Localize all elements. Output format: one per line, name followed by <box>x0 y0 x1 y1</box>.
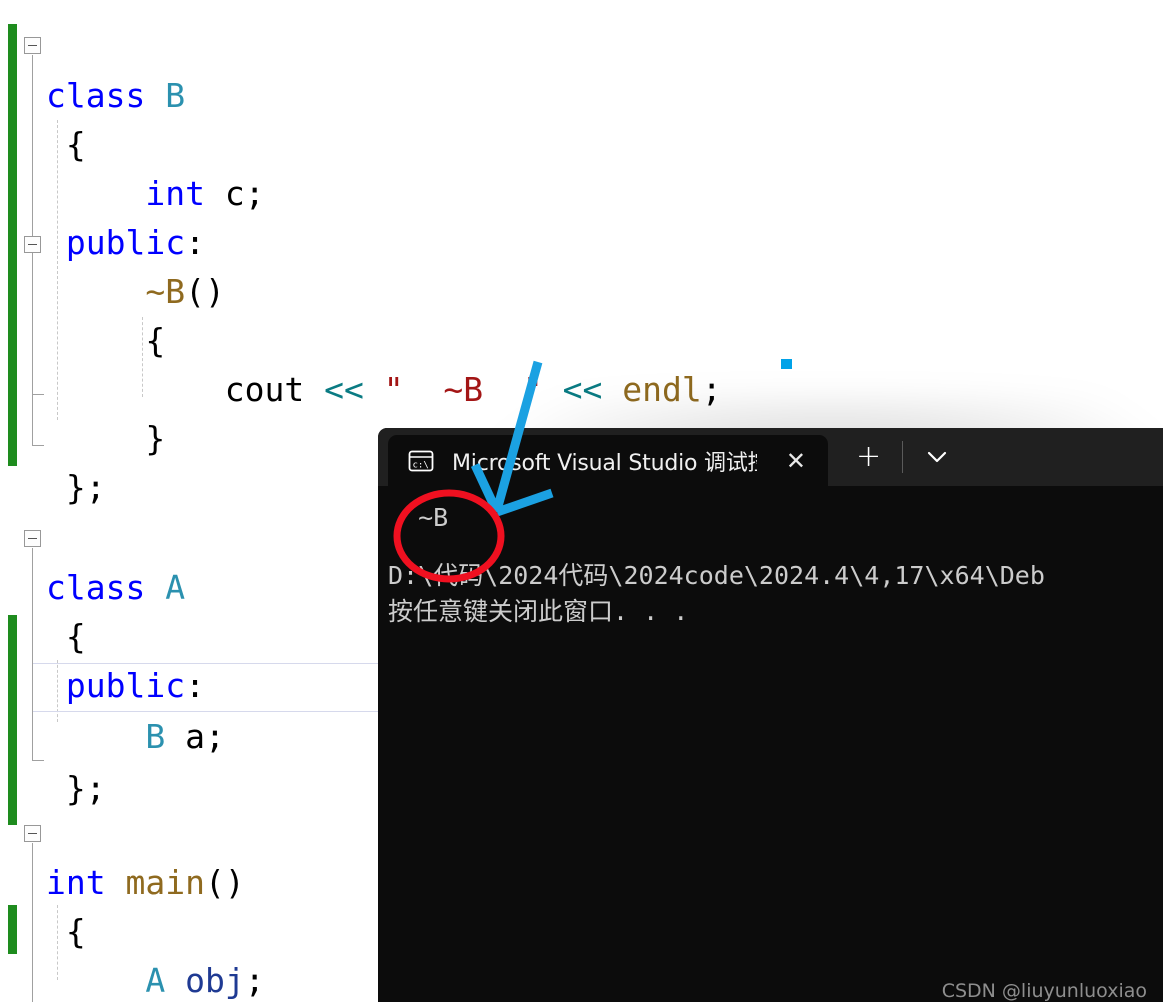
code-line[interactable]: { <box>0 267 165 360</box>
code-line[interactable]: public: <box>0 612 205 705</box>
console-tab-title: Microsoft Visual Studio 调试控 <box>452 450 757 476</box>
code-line[interactable]: { <box>0 71 119 164</box>
console-output-line: ~B <box>388 503 449 532</box>
code-line[interactable] <box>0 764 119 813</box>
console-window[interactable]: c:\ Microsoft Visual Studio 调试控 ✕ + ~B D… <box>378 428 1163 1002</box>
titlebar-divider <box>902 441 903 473</box>
code-line[interactable]: { <box>0 563 119 656</box>
code-line[interactable]: } <box>0 365 165 458</box>
code-line[interactable]: A obj; <box>0 907 264 1000</box>
code-line[interactable]: { <box>0 858 119 951</box>
close-icon[interactable]: ✕ <box>786 449 806 473</box>
code-line[interactable]: int main() <box>0 809 245 902</box>
code-line[interactable]: B a; <box>0 663 224 756</box>
code-line[interactable]: ~B() <box>0 218 225 311</box>
console-output-line: 按任意键关闭此窗口. . . <box>388 597 689 626</box>
code-line[interactable]: int c; <box>0 120 264 213</box>
code-line[interactable]: } <box>0 956 119 1002</box>
svg-text:c:\: c:\ <box>413 460 429 470</box>
console-output-line: D:\代码\2024代码\2024code\2024.4\4,17\x64\De… <box>388 561 1045 590</box>
code-line[interactable]: }; <box>0 715 119 808</box>
code-line[interactable]: class A <box>0 514 185 607</box>
chevron-down-icon[interactable] <box>921 447 953 467</box>
code-line[interactable] <box>0 463 119 512</box>
new-tab-button[interactable]: + <box>856 442 881 472</box>
watermark-text: CSDN @liuyunluoxiao <box>941 980 1147 1002</box>
code-line[interactable]: public: <box>0 169 205 262</box>
console-titlebar[interactable]: c:\ Microsoft Visual Studio 调试控 ✕ + <box>378 428 1163 486</box>
console-tab[interactable]: c:\ Microsoft Visual Studio 调试控 ✕ <box>388 435 828 486</box>
code-line[interactable]: cout << " ~B " << endl; <box>0 316 722 409</box>
code-line[interactable]: class B <box>0 22 185 115</box>
code-line[interactable]: }; <box>0 414 119 507</box>
screenshot-root: class B { int c; public: ~B() { cout << … <box>0 0 1163 1002</box>
console-output[interactable]: ~B D:\代码\2024代码\2024code\2024.4\4,17\x64… <box>378 486 1163 1002</box>
cmd-prompt-icon: c:\ <box>408 450 434 471</box>
